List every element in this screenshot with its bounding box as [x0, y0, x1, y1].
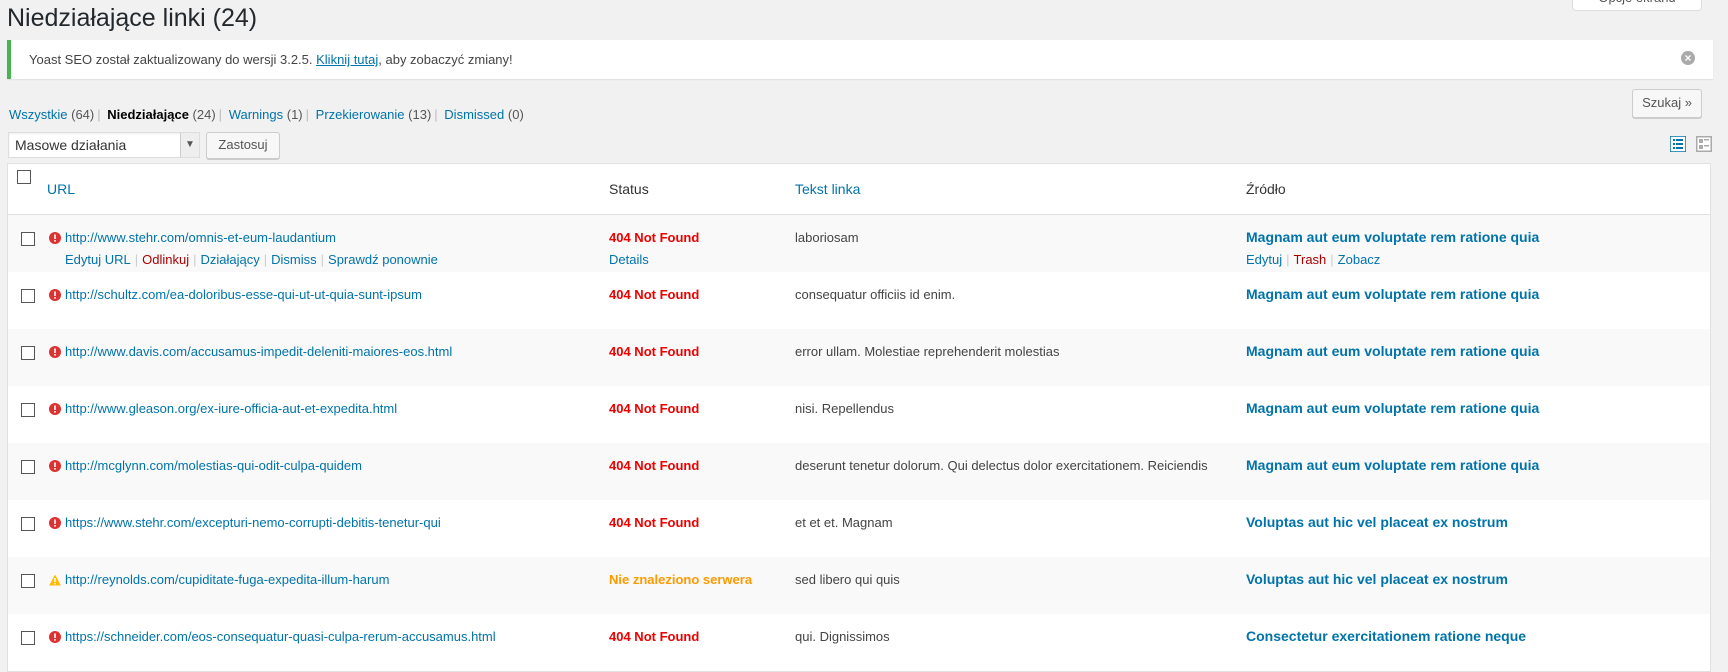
link-url[interactable]: https://schneider.com/eos-consequatur-qu…	[65, 629, 496, 644]
row-checkbox[interactable]	[21, 232, 35, 246]
link-source[interactable]: Magnam aut eum voluptate rem ratione qui…	[1246, 457, 1539, 473]
link-url[interactable]: http://reynolds.com/cupiditate-fuga-expe…	[65, 572, 389, 587]
edit-source-link[interactable]: Edytuj	[1246, 252, 1282, 267]
error-icon	[49, 403, 61, 415]
select-all-checkbox[interactable]	[17, 170, 31, 184]
source-row-actions: Edytuj | Trash | Zobacz	[1246, 252, 1381, 267]
link-url[interactable]: http://www.davis.com/accusamus-impedit-d…	[65, 344, 452, 359]
link-source[interactable]: Voluptas aut hic vel placeat ex nostrum	[1246, 514, 1508, 530]
details-link[interactable]: Details	[609, 252, 649, 267]
row-checkbox[interactable]	[21, 403, 35, 417]
link-url[interactable]: http://mcglynn.com/molestias-qui-odit-cu…	[65, 458, 362, 473]
unlink-link[interactable]: Odlinkuj	[142, 252, 189, 267]
row-checkbox[interactable]	[21, 289, 35, 303]
link-text: sed libero qui quis	[795, 572, 900, 587]
table-row: https://schneider.com/eos-consequatur-qu…	[8, 614, 1710, 671]
row-checkbox[interactable]	[21, 631, 35, 645]
filter-warnings[interactable]: Warnings	[229, 107, 283, 122]
view-link[interactable]: Zobacz	[1338, 252, 1381, 267]
link-text: consequatur officiis id enim.	[795, 287, 956, 302]
row-checkbox[interactable]	[21, 574, 35, 588]
error-icon	[49, 517, 61, 529]
column-status: Status	[609, 181, 649, 197]
column-url[interactable]: URL	[47, 181, 75, 197]
link-text: et et et. Magnam	[795, 515, 893, 530]
filter-dismissed[interactable]: Dismissed	[444, 107, 504, 122]
row-checkbox[interactable]	[21, 346, 35, 360]
excerpt-view-icon[interactable]	[1696, 136, 1712, 152]
row-checkbox[interactable]	[21, 517, 35, 531]
warning-icon	[49, 574, 61, 586]
error-icon	[49, 346, 61, 358]
filter-redirects[interactable]: Przekierowanie	[316, 107, 405, 122]
link-status: Nie znaleziono serwera	[609, 572, 753, 587]
link-text: laboriosam	[795, 230, 859, 245]
link-status: 404 Not Found	[609, 458, 700, 473]
status-row-actions: Details	[609, 252, 649, 267]
trash-link[interactable]: Trash	[1294, 252, 1327, 267]
row-checkbox[interactable]	[21, 460, 35, 474]
table-row: https://www.stehr.com/excepturi-nemo-cor…	[8, 500, 1710, 557]
error-icon	[49, 460, 61, 472]
link-url[interactable]: http://schultz.com/ea-doloribus-esse-qui…	[65, 287, 422, 302]
bulk-actions-select[interactable]: Masowe działania ▼	[8, 132, 200, 158]
table-header: URL Status Tekst linka Źródło	[8, 164, 1710, 215]
edit-url-link[interactable]: Edytuj URL	[65, 252, 131, 267]
notice-message: Yoast SEO został zaktualizowany do wersj…	[29, 52, 513, 67]
link-status: 404 Not Found	[609, 401, 700, 416]
link-source[interactable]: Magnam aut eum voluptate rem ratione qui…	[1246, 400, 1539, 416]
table-row: http://www.stehr.com/omnis-et-eum-laudan…	[8, 215, 1710, 272]
link-text: deserunt tenetur dolorum. Qui delectus d…	[795, 458, 1208, 473]
table-row: http://www.gleason.org/ex-iure-officia-a…	[8, 386, 1710, 443]
link-source[interactable]: Magnam aut eum voluptate rem ratione qui…	[1246, 229, 1539, 245]
link-status: 404 Not Found	[609, 344, 700, 359]
link-status: 404 Not Found	[609, 287, 700, 302]
not-broken-link[interactable]: Działający	[201, 252, 260, 267]
recheck-link[interactable]: Sprawdź ponownie	[328, 252, 438, 267]
link-source[interactable]: Consectetur exercitationem ratione neque	[1246, 628, 1526, 644]
links-table: URL Status Tekst linka Źródło http://www…	[7, 163, 1711, 672]
link-status: 404 Not Found	[609, 230, 700, 245]
table-row: http://reynolds.com/cupiditate-fuga-expe…	[8, 557, 1710, 614]
error-icon	[49, 232, 61, 244]
link-url[interactable]: http://www.stehr.com/omnis-et-eum-laudan…	[65, 230, 336, 245]
search-button[interactable]: Szukaj »	[1632, 89, 1702, 118]
dismiss-link[interactable]: Dismiss	[271, 252, 317, 267]
filter-all[interactable]: Wszystkie	[9, 107, 68, 122]
dismiss-notice-icon[interactable]: ×	[1681, 51, 1695, 65]
filter-broken[interactable]: Niedziałające	[107, 107, 189, 122]
column-source: Źródło	[1246, 181, 1286, 197]
link-source[interactable]: Voluptas aut hic vel placeat ex nostrum	[1246, 571, 1508, 587]
table-row: http://mcglynn.com/molestias-qui-odit-cu…	[8, 443, 1710, 500]
link-text: nisi. Repellendus	[795, 401, 895, 416]
url-row-actions: Edytuj URL | Odlinkuj | Działający | Dismiss | S…	[65, 252, 438, 267]
list-view-icon[interactable]	[1670, 136, 1686, 152]
chevron-down-icon: ▼	[180, 133, 199, 157]
link-url[interactable]: http://www.gleason.org/ex-iure-officia-a…	[65, 401, 397, 416]
screen-options-button[interactable]: Opcje ekranu	[1572, 0, 1702, 11]
page-title: Niedziałające linki (24)	[7, 4, 258, 32]
table-row: http://www.davis.com/accusamus-impedit-d…	[8, 329, 1710, 386]
link-text: error ullam. Molestiae reprehenderit mol…	[795, 344, 1060, 359]
notice-link[interactable]: Kliknij tutaj	[316, 52, 378, 67]
column-link-text[interactable]: Tekst linka	[795, 181, 860, 197]
status-filters: Wszystkie (64) | Niedziałające (24) | Warn…	[9, 107, 524, 122]
table-row: http://schultz.com/ea-doloribus-esse-qui…	[8, 272, 1710, 329]
error-icon	[49, 631, 61, 643]
update-notice: Yoast SEO został zaktualizowany do wersj…	[7, 40, 1713, 79]
apply-button[interactable]: Zastosuj	[206, 132, 280, 159]
link-source[interactable]: Magnam aut eum voluptate rem ratione qui…	[1246, 286, 1539, 302]
link-text: qui. Dignissimos	[795, 629, 890, 644]
link-status: 404 Not Found	[609, 629, 700, 644]
link-source[interactable]: Magnam aut eum voluptate rem ratione qui…	[1246, 343, 1539, 359]
link-url[interactable]: https://www.stehr.com/excepturi-nemo-cor…	[65, 515, 441, 530]
error-icon	[49, 289, 61, 301]
link-status: 404 Not Found	[609, 515, 700, 530]
